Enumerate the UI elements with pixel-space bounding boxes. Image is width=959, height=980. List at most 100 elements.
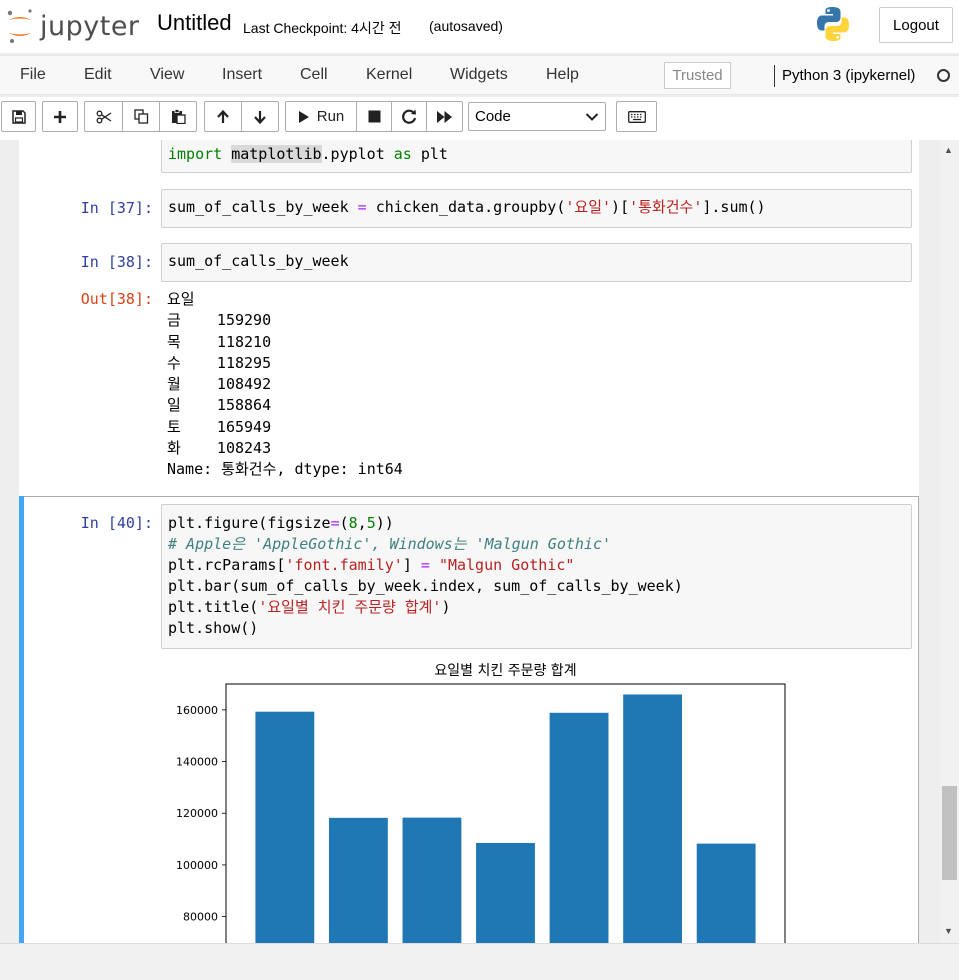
- code-token: plt.rcParams[: [168, 556, 286, 574]
- code-token: (: [339, 514, 349, 532]
- jupyter-logo-icon: [7, 9, 32, 43]
- bar-일: [549, 712, 609, 943]
- run-button[interactable]: Run: [285, 101, 357, 132]
- code-token: matplotlib: [231, 145, 322, 163]
- code-token: plt.show(): [168, 619, 259, 637]
- play-icon: [298, 110, 309, 123]
- scrollbar-thumb[interactable]: [942, 786, 957, 880]
- output-series: 요일 금 159290 목 118210 수 118295 월 108492 일…: [167, 290, 403, 479]
- output-prompt: Out[38]:: [80, 290, 153, 308]
- code-token: ].sum(): [702, 198, 766, 216]
- scroll-down-icon[interactable]: ▼: [944, 926, 953, 936]
- bar-수: [402, 817, 462, 943]
- code-token: chicken_data.groupby(: [366, 198, 566, 216]
- y-tick-label: 80000: [183, 911, 218, 924]
- menu-view[interactable]: View: [150, 66, 184, 84]
- menu-help[interactable]: Help: [546, 66, 579, 84]
- y-tick-label: 120000: [176, 807, 218, 820]
- cut-icon: [96, 110, 111, 123]
- keyboard-icon: [627, 110, 646, 123]
- code-token: .pyplot: [321, 145, 394, 163]
- move-up-button[interactable]: [204, 101, 242, 132]
- toolbar: Run Code: [0, 97, 959, 140]
- interrupt-button[interactable]: [356, 101, 392, 132]
- code-token: 'font.family': [285, 556, 403, 574]
- restart-run-all-button[interactable]: [426, 101, 463, 132]
- arrow-down-icon: [254, 110, 266, 124]
- chevron-down-icon: [585, 113, 599, 121]
- code-token: )[: [611, 198, 630, 216]
- bar-화: [696, 843, 756, 943]
- menubar: File Edit View Insert Cell Kernel Widget…: [0, 55, 959, 95]
- code-token: '통화건수': [629, 198, 703, 216]
- logout-button[interactable]: Logout: [879, 7, 953, 43]
- input-prompt: In [40]:: [80, 514, 153, 532]
- code-token: 8: [348, 514, 358, 532]
- python-logo-icon: [817, 7, 849, 41]
- stop-icon: [368, 110, 380, 123]
- menu-edit[interactable]: Edit: [84, 66, 112, 84]
- code-token: 5: [366, 514, 376, 532]
- code-token: plt.title(: [168, 598, 259, 616]
- insert-cell-button[interactable]: [42, 101, 78, 132]
- menu-insert[interactable]: Insert: [222, 66, 262, 84]
- code-input-import[interactable]: import matplotlib.pyplot as plt: [161, 140, 912, 173]
- cut-button[interactable]: [84, 101, 123, 132]
- save-button[interactable]: [1, 101, 36, 132]
- code-token: as: [393, 145, 412, 163]
- code-token: plt.bar(sum_of_calls_by_week.index, sum_…: [168, 577, 683, 595]
- paste-button[interactable]: [159, 101, 197, 132]
- menu-file[interactable]: File: [20, 66, 46, 84]
- code-input-40[interactable]: plt.figure(figsize=(8,5)) # Apple은 'Appl…: [161, 504, 912, 649]
- code-token: =: [330, 514, 340, 532]
- selected-cell-indicator: [19, 496, 24, 943]
- notebook-container[interactable]: import matplotlib.pyplot as plt In [37]:…: [0, 140, 940, 943]
- plus-icon: [54, 110, 66, 123]
- code-token: plt: [411, 145, 448, 163]
- bar-금: [255, 711, 315, 943]
- kernel-idle-icon: [937, 69, 950, 82]
- copy-button[interactable]: [122, 101, 160, 132]
- autosave-status: (autosaved): [429, 18, 503, 34]
- code-token: "Malgun Gothic": [438, 556, 575, 574]
- arrow-up-icon: [217, 109, 229, 123]
- code-token: sum_of_calls_by_week: [168, 198, 358, 216]
- menu-widgets[interactable]: Widgets: [450, 66, 508, 84]
- code-input-38[interactable]: sum_of_calls_by_week: [161, 243, 912, 282]
- code-input-37[interactable]: sum_of_calls_by_week = chicken_data.grou…: [161, 189, 912, 228]
- code-token: ]: [402, 556, 421, 574]
- code-token: )): [375, 514, 394, 532]
- y-tick-label: 160000: [176, 704, 218, 717]
- code-token: =: [420, 556, 430, 574]
- code-token: =: [357, 198, 367, 216]
- checkpoint-status: Last Checkpoint: 4시간 전: [243, 20, 402, 36]
- run-label: Run: [316, 108, 345, 125]
- menu-kernel[interactable]: Kernel: [366, 66, 412, 84]
- bar-chart: 요일별 치킨 주문량 합계400006000080000100000120000…: [176, 663, 786, 943]
- input-prompt: In [38]:: [80, 253, 153, 271]
- kernel-name: Python 3 (ipykernel): [782, 67, 916, 84]
- cell-type-select[interactable]: Code: [468, 102, 606, 131]
- cell-type-value: Code: [475, 108, 511, 125]
- command-palette-button[interactable]: [616, 101, 657, 132]
- move-down-button[interactable]: [241, 101, 279, 132]
- restart-button[interactable]: [391, 101, 427, 132]
- menu-cell[interactable]: Cell: [300, 66, 328, 84]
- copy-icon: [133, 109, 148, 124]
- trusted-indicator[interactable]: Trusted: [664, 62, 731, 89]
- vertical-scrollbar[interactable]: ▲ ▼: [940, 140, 959, 943]
- save-icon: [11, 109, 26, 124]
- input-prompt: In [37]:: [80, 199, 153, 217]
- notebook-page: import matplotlib.pyplot as plt In [37]:…: [19, 140, 919, 943]
- bottom-bar: [0, 943, 959, 980]
- jupyter-logo[interactable]: jupyter: [6, 6, 140, 46]
- scroll-up-icon[interactable]: ▲: [944, 145, 953, 155]
- code-token: ): [441, 598, 451, 616]
- code-token: ,: [357, 514, 367, 532]
- notebook-title[interactable]: Untitled: [157, 10, 232, 36]
- restart-icon: [401, 109, 416, 124]
- code-token: '요일': [565, 198, 612, 216]
- code-token: import: [168, 145, 223, 163]
- y-tick-label: 100000: [176, 859, 218, 872]
